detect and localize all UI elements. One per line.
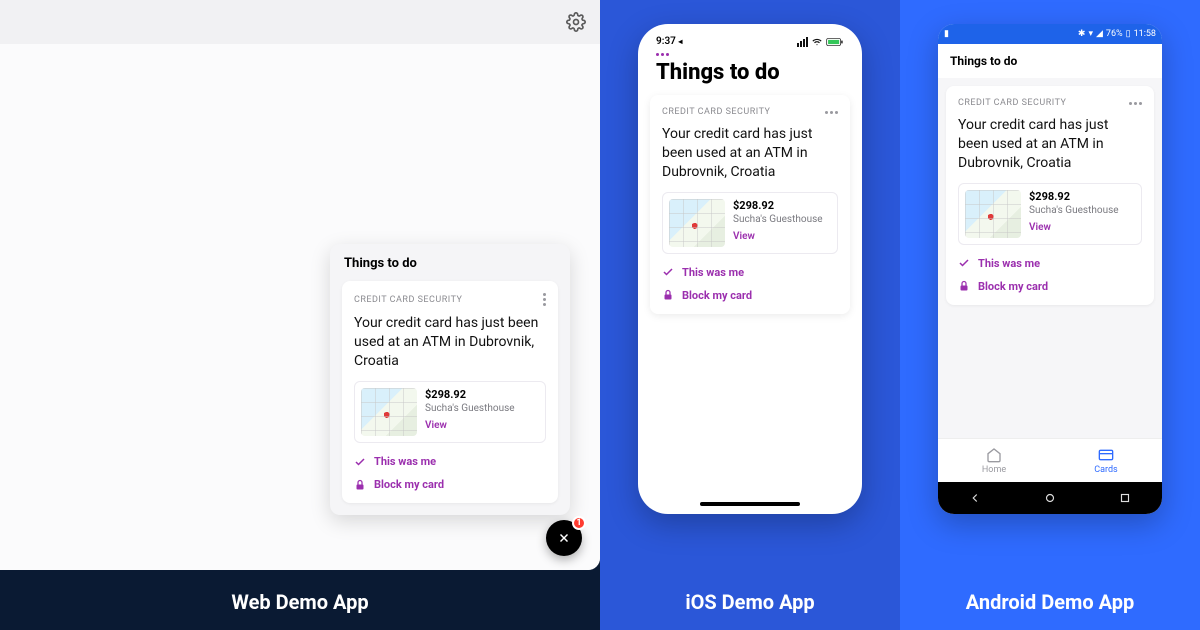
card-kicker: CREDIT CARD SECURITY [958,98,1066,108]
view-link[interactable]: View [425,420,515,431]
transaction-amount: $298.92 [733,199,823,212]
alert-headline: Your credit card has just been used at a… [958,116,1142,173]
android-nav-bar [938,482,1162,514]
android-bottom-nav: Home Cards [938,438,1162,482]
more-icon[interactable] [825,111,838,114]
battery-icon [826,37,844,47]
check-icon [958,257,970,269]
back-icon[interactable] [968,491,982,505]
check-icon [354,456,366,468]
block-label: Block my card [682,289,752,302]
view-link[interactable]: View [1029,222,1119,233]
block-label: Block my card [978,280,1048,293]
android-column: ▮ ✱ ▾ ◢ 76% ▯ 11:58 Things to do CREDIT … [900,0,1200,630]
confirm-action[interactable]: This was me [662,266,838,279]
transaction-amount: $298.92 [425,388,515,401]
web-topbar [0,0,600,44]
lock-icon [662,289,674,301]
android-frame: ▮ ✱ ▾ ◢ 76% ▯ 11:58 Things to do CREDIT … [938,24,1162,514]
check-icon [662,266,674,278]
confirm-action[interactable]: This was me [354,455,546,468]
ios-page-title: Things to do [648,56,852,95]
web-browser-window: Things to do CREDIT CARD SECURITY Your c… [0,0,600,570]
android-page-title: Things to do [938,44,1162,78]
panel-title: Things to do [342,256,558,271]
block-action[interactable]: Block my card [354,478,546,491]
android-caption: Android Demo App [900,590,1200,614]
transaction-merchant: Sucha's Guesthouse [425,403,515,414]
ios-status-bar: 9:37 ◂ [648,34,852,53]
close-icon [557,531,571,545]
ios-time: 9:37 ◂ [656,36,682,47]
things-to-do-panel: Things to do CREDIT CARD SECURITY Your c… [330,244,570,515]
confirm-label: This was me [978,257,1040,270]
transaction-merchant: Sucha's Guesthouse [733,214,823,225]
battery-icon: ▯ [1126,29,1131,39]
web-body: Things to do CREDIT CARD SECURITY Your c… [0,44,600,570]
security-alert-card: CREDIT CARD SECURITY Your credit card ha… [650,95,850,314]
block-label: Block my card [374,478,444,491]
lock-icon [354,479,366,491]
transaction-row: $298.92 Sucha's Guesthouse View [662,192,838,254]
tab-home[interactable]: Home [938,439,1050,482]
map-thumbnail [965,190,1021,238]
map-thumbnail [361,388,417,436]
battery-pct: 76% [1106,29,1123,39]
security-alert-card: CREDIT CARD SECURITY Your credit card ha… [946,86,1154,305]
confirm-label: This was me [682,266,744,279]
android-time: 11:58 [1134,29,1156,39]
block-action[interactable]: Block my card [958,280,1142,293]
signal-icon: ◢ [1096,29,1103,39]
transaction-amount: $298.92 [1029,190,1119,203]
tab-cards-label: Cards [1094,465,1117,475]
more-icon[interactable] [543,293,546,306]
web-column: Things to do CREDIT CARD SECURITY Your c… [0,0,600,630]
wifi-icon [811,37,823,47]
ios-column: 9:37 ◂ Things to do CREDIT CARD SECURITY… [600,0,900,630]
confirm-label: This was me [374,455,436,468]
bluetooth-icon: ✱ [1078,29,1086,39]
alert-headline: Your credit card has just been used at a… [354,314,546,371]
android-status-bar: ▮ ✱ ▾ ◢ 76% ▯ 11:58 [938,24,1162,44]
tab-home-label: Home [982,465,1006,475]
transaction-row: $298.92 Sucha's Guesthouse View [958,183,1142,245]
web-caption: Web Demo App [0,590,600,614]
chat-fab[interactable]: 1 [546,520,582,556]
notification-icon: ▮ [944,29,949,39]
card-icon [1098,447,1114,463]
home-icon [986,447,1002,463]
card-kicker: CREDIT CARD SECURITY [354,295,462,305]
recent-icon[interactable] [1118,491,1132,505]
more-icon[interactable] [1129,102,1142,105]
wifi-icon: ▾ [1088,29,1093,39]
fab-badge: 1 [572,516,586,530]
home-nav-icon[interactable] [1043,491,1057,505]
alert-headline: Your credit card has just been used at a… [662,125,838,182]
card-kicker: CREDIT CARD SECURITY [662,107,770,117]
confirm-action[interactable]: This was me [958,257,1142,270]
block-action[interactable]: Block my card [662,289,838,302]
transaction-row: $298.92 Sucha's Guesthouse View [354,381,546,443]
home-indicator[interactable] [700,502,800,506]
tab-cards[interactable]: Cards [1050,439,1162,482]
gear-icon[interactable] [566,12,586,32]
lock-icon [958,280,970,292]
transaction-merchant: Sucha's Guesthouse [1029,205,1119,216]
ios-caption: iOS Demo App [600,590,900,614]
iphone-frame: 9:37 ◂ Things to do CREDIT CARD SECURITY… [638,24,862,514]
view-link[interactable]: View [733,231,823,242]
signal-icon [797,37,808,47]
security-alert-card: CREDIT CARD SECURITY Your credit card ha… [342,281,558,503]
map-thumbnail [669,199,725,247]
